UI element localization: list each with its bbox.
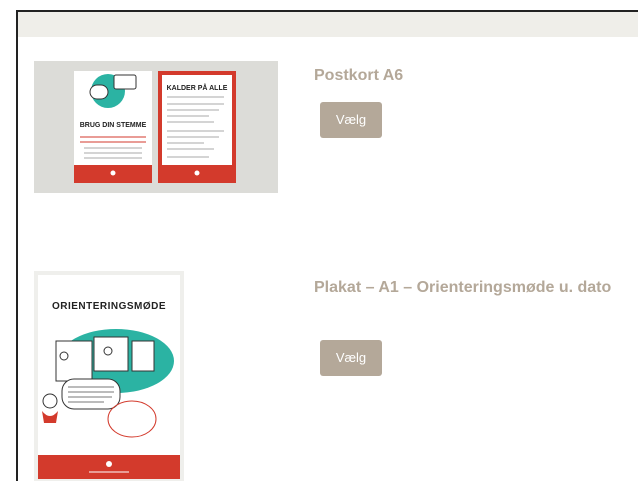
product-thumbnail[interactable]: BRUG DIN STEMME KALDER PÅ ALLE — [34, 61, 278, 193]
select-button[interactable]: Vælg — [320, 102, 382, 138]
poster-heading: ORIENTERINGSMØDE — [51, 301, 167, 312]
content-frame: BRUG DIN STEMME KALDER PÅ ALLE Postkort … — [16, 10, 638, 481]
back-card-text: KALDER PÅ ALLE — [166, 85, 228, 92]
product-thumbnail[interactable]: ORIENTERINGSMØDE — [34, 271, 184, 481]
select-button[interactable]: Vælg — [320, 340, 382, 376]
product-title[interactable]: Postkort A6 — [314, 66, 638, 86]
product-title[interactable]: Plakat – A1 – Orienteringsmøde u. dato — [314, 278, 638, 298]
top-bar — [18, 12, 638, 37]
front-card-text: BRUG DIN STEMME — [79, 122, 147, 129]
postcard-image — [34, 61, 278, 193]
